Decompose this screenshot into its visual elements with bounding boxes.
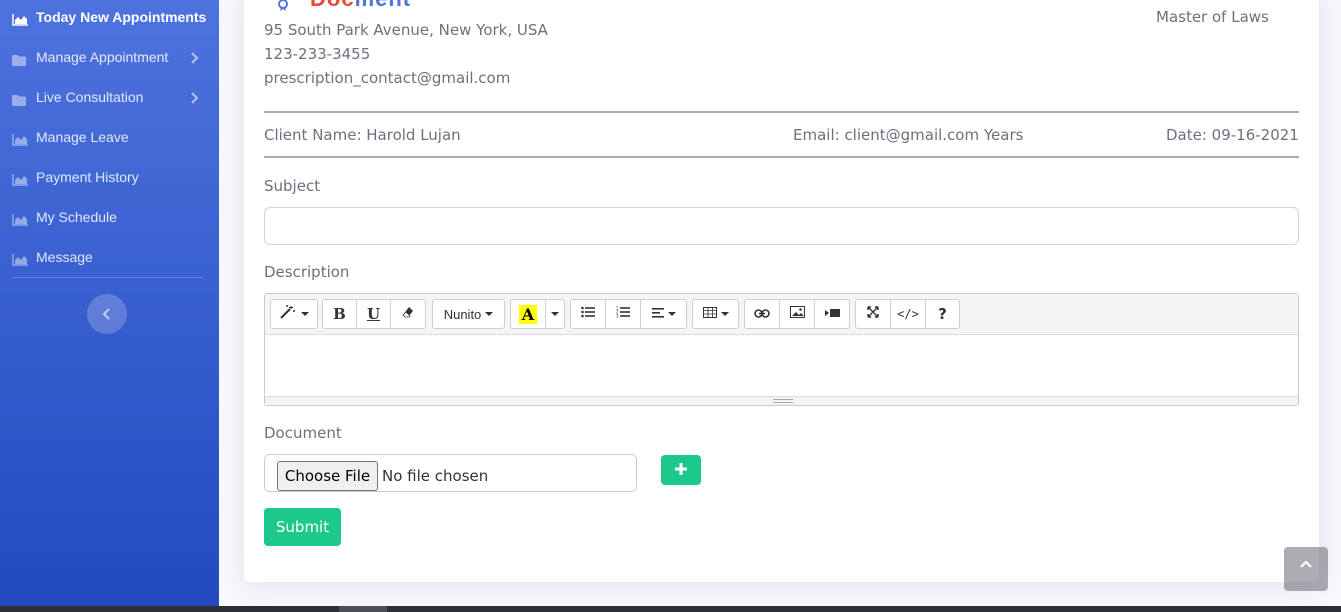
sidebar-item-my-schedule[interactable]: My Schedule [0,197,219,237]
list-ul-icon [581,306,595,322]
bold-button[interactable]: B [322,299,357,329]
prescription-date: Date: 09-16-2021 [1166,126,1299,144]
divider-top [264,111,1299,113]
sidebar-item-manage-leave[interactable]: Manage Leave [0,117,219,157]
client-name: Client Name: Harold Lujan [264,126,461,144]
sidebar-item-label: Payment History [36,169,139,185]
description-editor: B U Nunito A 123 </> ? [264,293,1299,406]
sidebar-item-message[interactable]: Message [0,237,219,277]
folder-icon [12,91,28,106]
bold-icon: B [333,305,346,323]
svg-text:3: 3 [616,314,619,319]
sidebar-divider [12,277,203,278]
align-left-icon [651,307,664,322]
eraser-icon [402,306,414,322]
text-color-button[interactable]: A [510,299,546,329]
editor-resize-bar[interactable] [265,396,1298,405]
submit-button[interactable]: Submit [264,508,341,546]
sidebar-item-label: Live Consultation [36,89,144,105]
resize-grip-icon [773,399,793,403]
chevron-right-icon [187,50,201,64]
client-email: Email: client@gmail.com Years [793,126,1024,144]
insert-video-button[interactable] [814,299,850,329]
divider-bottom [264,156,1299,158]
sidebar-item-label: Today New Appointments [36,9,207,25]
font-name-dropdown[interactable]: Nunito [432,299,505,329]
description-editable-area[interactable] [265,335,1298,396]
chart-area-icon [12,131,28,146]
sidebar-item-label: My Schedule [36,209,117,225]
bottom-bar [0,606,1341,612]
sidebar-toggle-button[interactable] [87,294,127,334]
underline-button[interactable]: U [356,299,391,329]
chevron-left-icon [102,305,112,324]
doctor-degree: Master of Laws [1156,8,1269,26]
sidebar-item-label: Manage Leave [36,129,129,145]
chevron-right-icon [187,90,201,104]
insert-picture-button[interactable] [779,299,815,329]
fullscreen-button[interactable] [855,299,891,329]
sidebar-item-payment-history[interactable]: Payment History [0,157,219,197]
scroll-to-top-button[interactable] [1284,547,1328,591]
font-name-label: Nunito [443,306,482,322]
text-color-dropdown[interactable] [545,299,565,329]
sidebar-item-today-new-appointments[interactable]: Today New Appointments [0,0,219,37]
underline-icon: U [366,305,381,323]
sidebar: Today New Appointments Manage Appointmen… [0,0,219,612]
subject-input[interactable] [264,207,1299,245]
chevron-up-icon [1300,553,1312,572]
picture-icon [789,306,805,322]
clinic-phone: 123-233-3455 [264,45,371,63]
style-button[interactable] [270,299,318,329]
code-view-button[interactable]: </> [890,299,926,329]
table-icon [702,306,717,322]
insert-link-button[interactable] [744,299,780,329]
sidebar-item-live-consultation[interactable]: Live Consultation [0,77,219,117]
document-file-input[interactable]: Choose File No file chosen [264,454,637,492]
magic-wand-icon [279,305,297,323]
chart-area-icon [12,171,28,186]
video-icon [824,307,840,322]
text-color-icon: A [518,304,538,324]
help-button[interactable]: ? [925,299,960,329]
table-button[interactable] [692,299,739,329]
sidebar-item-label: Message [36,249,93,265]
help-icon: ? [938,305,947,323]
prescription-card [244,0,1319,582]
sidebar-item-label: Manage Appointment [36,49,169,65]
code-icon: </> [897,307,919,321]
list-ol-icon: 123 [616,306,630,322]
paragraph-align-button[interactable] [640,299,687,329]
chart-area-icon [12,11,28,26]
subject-label: Subject [264,177,321,195]
sidebar-item-manage-appointment[interactable]: Manage Appointment [0,37,219,77]
logo-text: Docment [310,0,411,12]
plus-icon [674,461,688,480]
no-file-text: No file chosen [382,467,489,485]
expand-icon [867,306,879,322]
bottom-bar-segment [339,606,387,612]
logo-badge-icon [276,0,290,16]
document-label: Document [264,424,342,442]
link-icon [754,307,770,322]
choose-file-button[interactable]: Choose File [277,461,378,491]
clinic-email: prescription_contact@gmail.com [264,69,511,87]
ordered-list-button[interactable]: 123 [605,299,641,329]
editor-toolbar: B U Nunito A 123 </> ? [265,294,1298,335]
unordered-list-button[interactable] [570,299,606,329]
folder-icon [12,51,28,66]
chart-area-icon [12,251,28,266]
chart-area-icon [12,211,28,226]
clinic-address: 95 South Park Avenue, New York, USA [264,21,548,39]
add-document-button[interactable] [661,455,701,485]
description-label: Description [264,263,350,281]
clear-format-button[interactable] [390,299,426,329]
